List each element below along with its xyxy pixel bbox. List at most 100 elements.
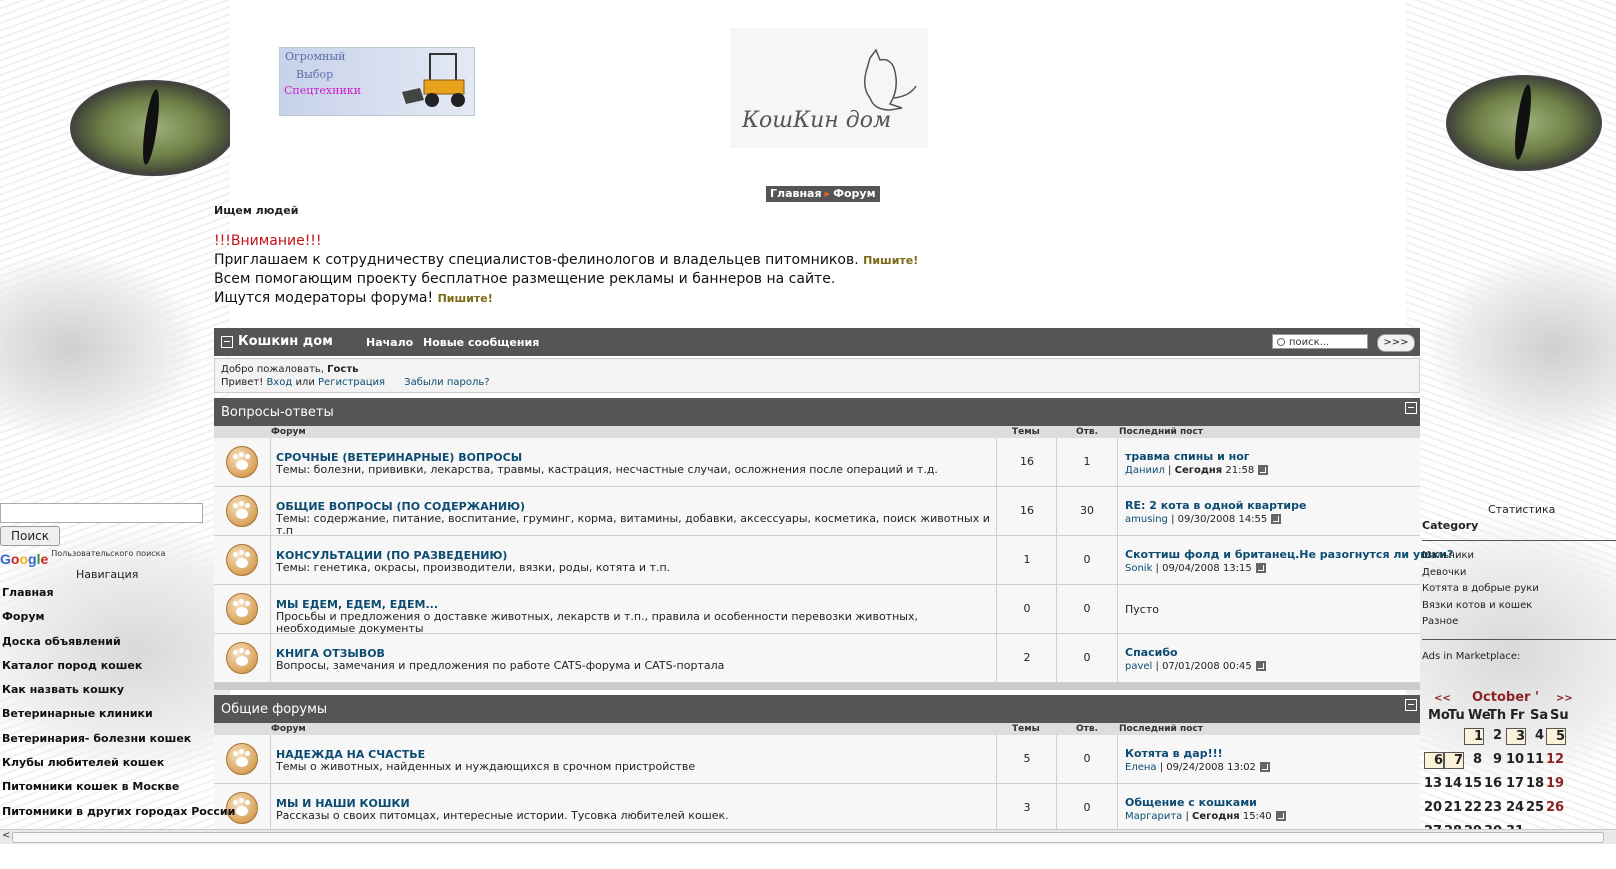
calendar-day[interactable]: 14	[1444, 776, 1462, 791]
calendar-day[interactable]: 23	[1484, 800, 1502, 815]
calendar-day[interactable]: 12	[1546, 752, 1564, 767]
last-post-user-link[interactable]: amusing	[1125, 514, 1168, 525]
breadcrumb-home[interactable]: Главная	[770, 187, 822, 200]
last-post-user-link[interactable]: Елена	[1125, 762, 1157, 773]
calendar-day[interactable]: 18	[1526, 776, 1544, 791]
collapse-icon[interactable]	[1405, 402, 1417, 414]
forgot-password-link[interactable]: Забыли пароль?	[404, 377, 489, 388]
calendar-day[interactable]: 16	[1484, 776, 1502, 791]
calendar-day[interactable]: 25	[1526, 800, 1544, 815]
right-category-link[interactable]: Вязки котов и кошек	[1422, 600, 1539, 617]
last-post-title-link[interactable]: травма спины и ног	[1125, 450, 1250, 463]
last-post-title-link[interactable]: Спасибо	[1125, 646, 1178, 659]
calendar-day[interactable]: 22	[1464, 800, 1482, 815]
last-post-title-link[interactable]: Скоттиш фолд и британец.Не разогнутся ли…	[1125, 548, 1453, 561]
horizontal-scrollbar[interactable]: <	[0, 829, 1616, 844]
last-post-user-link[interactable]: Маргарита	[1125, 811, 1182, 822]
nav-item[interactable]: Как назвать кошку	[2, 681, 214, 705]
calendar-day[interactable]: 9	[1484, 752, 1502, 767]
calendar-day[interactable]: 8	[1464, 752, 1482, 767]
calendar-day[interactable]: 5	[1546, 728, 1566, 745]
breadcrumb-forum[interactable]: Форум	[833, 187, 876, 200]
scroll-left-icon[interactable]: <	[2, 830, 10, 841]
nav-start-link[interactable]: Начало	[366, 336, 413, 349]
forum-site-name[interactable]: Кошкин дом	[238, 334, 333, 349]
register-link[interactable]: Регистрация	[318, 377, 385, 388]
nav-new-posts-link[interactable]: Новые сообщения	[423, 336, 539, 349]
nav-item[interactable]: Главная	[2, 584, 214, 608]
site-search-button[interactable]: Поиск	[0, 526, 60, 546]
scroll-thumb[interactable]	[12, 832, 1604, 843]
last-post-title-link[interactable]: Общение с кошками	[1125, 796, 1257, 809]
column-header-forum: Форум	[271, 724, 306, 734]
calendar-day[interactable]: 6	[1424, 752, 1444, 769]
column-header-forum: Форум	[271, 427, 306, 437]
last-post-user-link[interactable]: Sonik	[1125, 563, 1152, 574]
right-category-link[interactable]: Девочки	[1422, 567, 1539, 584]
site-search-input[interactable]	[0, 503, 203, 523]
forum-description: Темы о животных, найденных и нуждающихся…	[276, 760, 696, 773]
last-post-user-link[interactable]: Даниил	[1125, 465, 1165, 476]
go-to-post-icon[interactable]	[1271, 514, 1282, 524]
forum-row: КОНСУЛЬТАЦИИ (ПО РАЗВЕДЕНИЮ) Темы: генети…	[214, 536, 1453, 585]
google-custom-search: Google Пользовательского поиска	[0, 549, 165, 568]
nav-item[interactable]: Питомники в других городах России	[2, 803, 235, 827]
replies-count: 0	[1056, 634, 1117, 682]
column-headers: Форум Темы Отв. Последний пост	[214, 426, 1420, 438]
seeking-people-link[interactable]: Ищем людей	[214, 204, 298, 217]
calendar-next[interactable]: >>	[1556, 693, 1573, 704]
calendar-day[interactable]: 17	[1506, 776, 1524, 791]
last-post-title-link[interactable]: Котята в дар!!!	[1125, 747, 1223, 760]
right-category-link[interactable]: Котята в добрые руки	[1422, 583, 1539, 600]
calendar-day[interactable]: 13	[1424, 776, 1442, 791]
go-to-post-icon[interactable]	[1255, 563, 1266, 573]
logo-text: КошКин дом	[742, 108, 892, 133]
nav-item[interactable]: Питомники кошек в Москве	[2, 778, 214, 802]
last-post-meta: pavel | 07/01/2008 00:45	[1125, 661, 1266, 672]
ad-banner-machinery[interactable]: Огромный Выбор Спецтехники	[279, 47, 475, 116]
paw-icon	[226, 743, 258, 775]
right-category-link[interactable]: Разное	[1422, 616, 1539, 633]
last-post-title-link[interactable]: RE: 2 кота в одной квартире	[1125, 499, 1306, 512]
calendar-day[interactable]: 11	[1526, 752, 1544, 767]
calendar-day[interactable]: 10	[1506, 752, 1524, 767]
calendar-weekday: Su	[1550, 708, 1569, 723]
nav-item[interactable]: Доска объявлений	[2, 633, 214, 657]
category-title[interactable]: Общие форумы	[221, 702, 327, 717]
forum-row: КНИГА ОТЗЫВОВ Вопросы, замечания и предло…	[214, 634, 1420, 683]
calendar-prev[interactable]: <<	[1434, 693, 1451, 704]
site-logo[interactable]: КошКин дом	[730, 28, 928, 148]
calendar-day[interactable]: 15	[1464, 776, 1482, 791]
forum-description: Темы: содержание, питание, воспитание, г…	[276, 512, 990, 537]
forum-search-input[interactable]: поиск...	[1272, 334, 1368, 349]
calendar-day[interactable]: 24	[1506, 800, 1524, 815]
login-link[interactable]: Вход	[266, 377, 292, 388]
calendar-day[interactable]: 20	[1424, 800, 1442, 815]
go-to-post-icon[interactable]	[1275, 811, 1286, 821]
nav-item[interactable]: Ветеринарные клиники	[2, 705, 214, 729]
right-category-link[interactable]: Мальчики	[1422, 550, 1539, 567]
calendar-day[interactable]: 1	[1464, 728, 1484, 745]
calendar-day[interactable]: 2	[1484, 728, 1502, 743]
calendar-day[interactable]: 4	[1526, 728, 1544, 743]
nav-item[interactable]: Клубы любителей кошек	[2, 754, 214, 778]
collapse-icon[interactable]	[1405, 699, 1417, 711]
calendar-day[interactable]: 21	[1444, 800, 1462, 815]
nav-item[interactable]: Каталог пород кошек	[2, 657, 214, 681]
last-post-cell: травма спины и ног Даниил | Сегодня 21:58	[1117, 438, 1421, 486]
go-to-post-icon[interactable]	[1258, 465, 1269, 475]
calendar-day[interactable]: 19	[1546, 776, 1564, 791]
go-to-post-icon[interactable]	[1255, 661, 1266, 671]
forum-search-button[interactable]: >>>	[1377, 334, 1415, 352]
go-to-post-icon[interactable]	[1259, 762, 1270, 772]
category-title[interactable]: Вопросы-ответы	[221, 405, 334, 420]
write-link-1[interactable]: Пишите!	[863, 254, 918, 267]
nav-item[interactable]: Форум	[2, 608, 214, 632]
last-post-user-link[interactable]: pavel	[1125, 661, 1152, 672]
calendar-day[interactable]: 26	[1546, 800, 1564, 815]
write-link-2[interactable]: Пишите!	[438, 292, 493, 305]
calendar-day[interactable]: 7	[1444, 752, 1464, 769]
calendar-day[interactable]: 3	[1506, 728, 1526, 745]
collapse-icon[interactable]	[221, 336, 233, 348]
nav-item[interactable]: Ветеринария- болезни кошек	[2, 730, 214, 754]
